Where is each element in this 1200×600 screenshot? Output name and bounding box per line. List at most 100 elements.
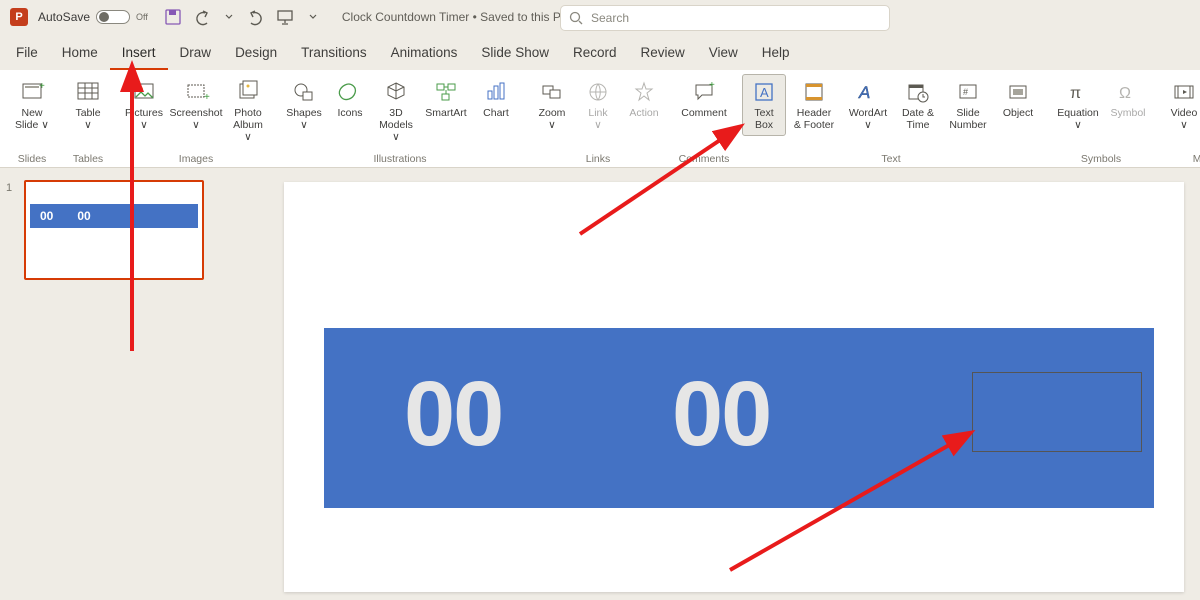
chart-button[interactable]: Chart: [474, 74, 518, 124]
date-time-button[interactable]: Date & Time: [896, 74, 940, 136]
zoom-button[interactable]: Zoom ∨: [530, 74, 574, 136]
tab-draw[interactable]: Draw: [168, 37, 224, 70]
icons-button[interactable]: Icons: [328, 74, 372, 124]
3d-models-button[interactable]: 3D Models ∨: [374, 74, 418, 148]
shapes-icon: [291, 79, 317, 105]
title-bar: P AutoSave Off Clock Countdown Timer • S…: [0, 0, 1200, 34]
tab-review[interactable]: Review: [629, 37, 697, 70]
present-button[interactable]: [274, 6, 296, 28]
quick-access-toolbar: [162, 6, 324, 28]
svg-text:+: +: [204, 92, 210, 103]
screenshot-icon: +: [183, 79, 209, 105]
slide-thumbnail-1[interactable]: 00 00: [24, 180, 204, 280]
group-comments: +Comment Comments: [674, 70, 734, 167]
text-box-icon: A: [751, 79, 777, 105]
group-links: Zoom ∨ Link ∨ Action Links: [526, 70, 670, 167]
autosave-toggle[interactable]: AutoSave Off: [38, 10, 148, 24]
tab-design[interactable]: Design: [223, 37, 289, 70]
svg-text:+: +: [709, 80, 715, 91]
svg-text:π: π: [1070, 85, 1081, 102]
group-media: Video ∨ Audio ∨ Media: [1158, 70, 1200, 167]
tab-record[interactable]: Record: [561, 37, 629, 70]
tab-file[interactable]: File: [4, 37, 50, 70]
header-footer-icon: [801, 79, 827, 105]
workspace: 1 00 00 00 00: [0, 168, 1200, 600]
comment-button[interactable]: +Comment: [678, 74, 730, 124]
comment-icon: +: [691, 79, 717, 105]
slide-thumbnail-panel: 1 00 00: [0, 168, 244, 600]
ribbon: + New Slide ∨ Slides Table ∨ Tables Pict…: [0, 70, 1200, 168]
redo-button[interactable]: [246, 6, 268, 28]
pictures-button[interactable]: Pictures ∨: [122, 74, 166, 136]
timer-digits-1[interactable]: 00: [404, 362, 502, 467]
video-button[interactable]: Video ∨: [1162, 74, 1200, 136]
wordart-button[interactable]: AWordArt ∨: [842, 74, 894, 136]
new-slide-button[interactable]: + New Slide ∨: [10, 74, 54, 136]
qat-dropdown[interactable]: [302, 6, 324, 28]
save-button[interactable]: [162, 6, 184, 28]
icons-icon: [337, 79, 363, 105]
zoom-icon: [539, 79, 565, 105]
timer-digits-2[interactable]: 00: [672, 362, 770, 467]
action-icon: [631, 79, 657, 105]
link-icon: [585, 79, 611, 105]
undo-dropdown[interactable]: [218, 6, 240, 28]
svg-text:#: #: [963, 87, 968, 97]
slide-canvas-area[interactable]: 00 00: [244, 168, 1200, 600]
table-icon: [75, 79, 101, 105]
search-icon: [569, 11, 583, 25]
cube-icon: [383, 79, 409, 105]
photo-album-icon: [235, 79, 261, 105]
chart-icon: [483, 79, 509, 105]
tab-help[interactable]: Help: [750, 37, 802, 70]
search-placeholder: Search: [591, 11, 629, 25]
table-button[interactable]: Table ∨: [66, 74, 110, 136]
thumbnail-blue-bar: 00 00: [30, 204, 198, 228]
equation-button[interactable]: πEquation ∨: [1052, 74, 1104, 136]
text-box-button[interactable]: AText Box: [742, 74, 786, 136]
search-box[interactable]: Search: [560, 5, 890, 31]
thumbnail-number: 1: [6, 180, 24, 280]
group-symbols: πEquation ∨ ΩSymbol Symbols: [1048, 70, 1154, 167]
tab-transitions[interactable]: Transitions: [289, 37, 379, 70]
ribbon-tabs: File Home Insert Draw Design Transitions…: [0, 34, 1200, 70]
wordart-icon: A: [855, 79, 881, 105]
symbol-button: ΩSymbol: [1106, 74, 1150, 124]
tab-view[interactable]: View: [697, 37, 750, 70]
svg-text:A: A: [760, 85, 769, 100]
link-button: Link ∨: [576, 74, 620, 136]
photo-album-button[interactable]: Photo Album ∨: [226, 74, 270, 148]
header-footer-button[interactable]: Header & Footer: [788, 74, 840, 136]
group-tables: Table ∨ Tables: [62, 70, 114, 167]
svg-text:Ω: Ω: [1119, 85, 1131, 102]
tab-home[interactable]: Home: [50, 37, 110, 70]
date-time-icon: [905, 79, 931, 105]
new-text-box[interactable]: [972, 372, 1142, 452]
group-images: Pictures ∨ +Screenshot ∨ Photo Album ∨ I…: [118, 70, 274, 167]
video-icon: [1171, 79, 1197, 105]
symbol-icon: Ω: [1115, 79, 1141, 105]
app-icon: P: [10, 8, 28, 26]
group-text: AText Box Header & Footer AWordArt ∨ Dat…: [738, 70, 1044, 167]
autosave-state: Off: [136, 12, 148, 22]
smartart-button[interactable]: SmartArt: [420, 74, 472, 124]
slide-number-icon: #: [955, 79, 981, 105]
shapes-button[interactable]: Shapes ∨: [282, 74, 326, 136]
slide-canvas[interactable]: 00 00: [284, 182, 1184, 592]
group-slides: + New Slide ∨ Slides: [6, 70, 58, 167]
screenshot-button[interactable]: +Screenshot ∨: [168, 74, 224, 136]
object-button[interactable]: Object: [996, 74, 1040, 124]
action-button: Action: [622, 74, 666, 124]
object-icon: [1005, 79, 1031, 105]
group-illustrations: Shapes ∨ Icons 3D Models ∨ SmartArt Char…: [278, 70, 522, 167]
pictures-icon: [131, 79, 157, 105]
undo-button[interactable]: [190, 6, 212, 28]
tab-insert[interactable]: Insert: [110, 37, 168, 70]
new-slide-icon: +: [19, 79, 45, 105]
document-title[interactable]: Clock Countdown Timer • Saved to this PC…: [342, 10, 582, 24]
autosave-label: AutoSave: [38, 10, 90, 24]
toggle-switch-icon[interactable]: [96, 10, 130, 24]
tab-animations[interactable]: Animations: [379, 37, 470, 70]
tab-slide-show[interactable]: Slide Show: [469, 37, 561, 70]
slide-number-button[interactable]: #Slide Number: [942, 74, 994, 136]
